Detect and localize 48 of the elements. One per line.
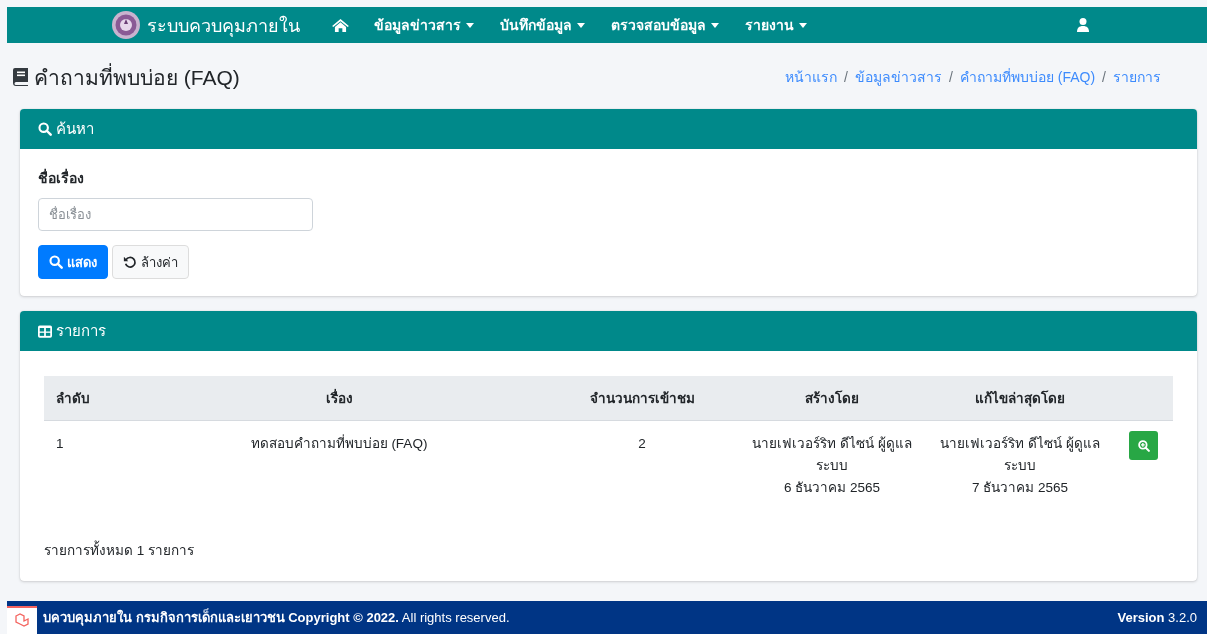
book-icon (13, 68, 28, 87)
menu-dropdown[interactable]: ตรวจสอบข้อมูล (598, 8, 732, 43)
version-text: Version 3.2.0 (1117, 610, 1197, 626)
reset-button[interactable]: ล้างค่า (112, 245, 189, 280)
title-field[interactable]: ชื่อเรื่อง (38, 198, 313, 232)
table-icon (38, 325, 52, 338)
breadcrumb-link[interactable]: ข้อมูลข่าวสาร (855, 67, 942, 88)
copyright-text: บควบคุมภายใน กรมกิจการเด็กและเยาวชน Copyright © 2022. All rights reserved. (43, 607, 510, 628)
menu-dropdown[interactable]: บันทึกข้อมูล (487, 8, 598, 43)
column-header: จำนวนการเข้าชม (546, 376, 738, 421)
user-icon (1077, 18, 1089, 33)
column-header: ลำดับ (44, 376, 132, 421)
brand-name[interactable]: ระบบควบคุมภายใน (147, 10, 300, 40)
seal-icon (111, 10, 141, 41)
breadcrumb-separator: / (844, 68, 848, 88)
menu-dropdown[interactable]: รายงาน (732, 8, 820, 43)
breadcrumb-separator: / (949, 68, 953, 88)
card-title: ค้นหา (56, 119, 94, 140)
table-cell: 2 (546, 421, 738, 512)
show-button[interactable]: แสดง (38, 245, 108, 280)
card-title: รายการ (56, 321, 106, 342)
breadcrumb-link[interactable]: รายการ (1113, 67, 1161, 88)
table-cell: นายเฟเวอร์ริท ดีไซน์ ผู้ดูแลระบบ 7 ธันวาคม 2565 (926, 421, 1114, 512)
column-header: เรื่อง (132, 376, 546, 421)
debugbar-button[interactable] (7, 606, 37, 634)
caret-icon (577, 22, 585, 28)
search-icon (49, 255, 63, 270)
view-button[interactable] (1129, 431, 1158, 461)
table-cell: นายเฟเวอร์ริท ดีไซน์ ผู้ดูแลระบบ 6 ธันวาคม 2565 (738, 421, 926, 512)
breadcrumb-link[interactable]: คำถามที่พบบ่อย (FAQ) (959, 67, 1096, 88)
breadcrumb-link[interactable]: หน้าแรก (785, 67, 838, 88)
breadcrumb-separator: / (1102, 68, 1106, 88)
column-header: สร้างโดย (738, 376, 926, 421)
page-title: คำถามที่พบบ่อย (FAQ) (34, 61, 240, 94)
caret-icon (466, 22, 474, 28)
caret-icon (799, 22, 807, 28)
zoom-in-icon (1137, 440, 1150, 452)
caret-icon (711, 22, 719, 28)
table-cell: 1 (44, 421, 132, 512)
undo-icon (123, 255, 137, 270)
menu-dropdown[interactable]: ข้อมูลข่าวสาร (361, 8, 487, 43)
column-header: แก้ไขล่าสุดโดย (926, 376, 1114, 421)
table-cell: ทดสอบคำถามที่พบบ่อย (FAQ) (132, 421, 546, 512)
debugbar-icon (14, 613, 30, 629)
record-count: รายการทั้งหมด 1 รายการ (44, 539, 1173, 562)
home-icon (332, 18, 349, 32)
field-label: ชื่อเรื่อง (38, 167, 85, 189)
search-icon (38, 122, 52, 137)
